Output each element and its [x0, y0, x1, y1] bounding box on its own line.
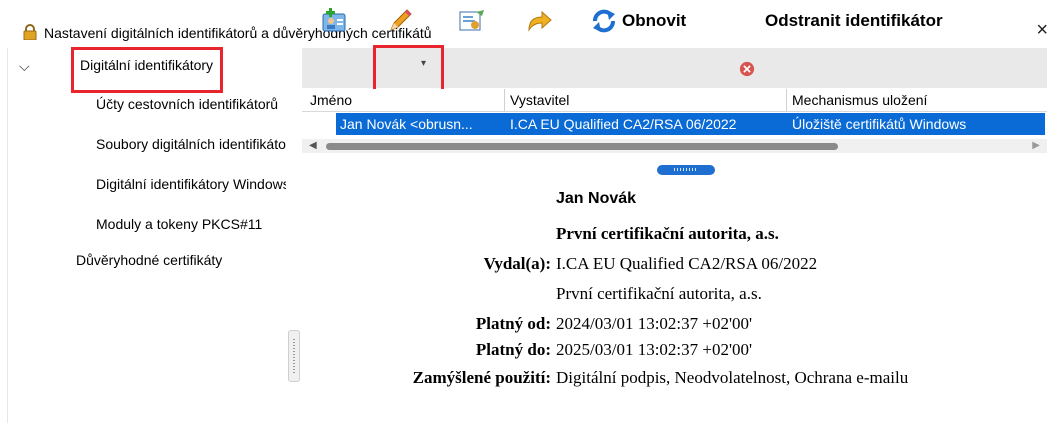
scroll-right-icon[interactable]: ▶: [1032, 140, 1040, 151]
certificate-icon[interactable]: [458, 8, 486, 34]
close-icon[interactable]: ×: [1036, 20, 1048, 40]
cell-name: Jan Novák <obrusn...: [340, 116, 473, 132]
column-divider[interactable]: [504, 89, 505, 111]
column-storage[interactable]: Mechanismus uložení: [792, 92, 927, 108]
valid-from-value: 2024/03/01 13:02:37 +02'00': [556, 314, 753, 333]
column-issuer[interactable]: Vystavitel: [510, 92, 569, 108]
issued-by-label: Vydal(a):: [483, 254, 551, 273]
pencil-icon[interactable]: [386, 8, 414, 34]
add-id-icon[interactable]: [320, 8, 348, 34]
sidebar-item-windows-ids[interactable]: Digitální identifikátory Windows: [96, 176, 286, 192]
refresh-icon[interactable]: [590, 8, 618, 34]
remove-id-button[interactable]: Odstranit identifikátor: [765, 11, 943, 31]
sidebar-border: [7, 48, 8, 423]
column-name[interactable]: Jméno: [310, 92, 352, 108]
horizontal-scrollbar[interactable]: ◀ ▶: [302, 139, 1047, 153]
intended-use-value: Digitální podpis, Neodvolatelnost, Ochra…: [556, 368, 909, 387]
issued-by-value: I.CA EU Qualified CA2/RSA 06/2022: [556, 254, 818, 273]
sidebar-item-id-files[interactable]: Soubory digitálních identifikátorů: [96, 136, 286, 152]
window-title: Nastavení digitálních identifikátorů a d…: [44, 25, 432, 41]
splitter-grip: [293, 339, 295, 373]
lock-icon: [23, 24, 37, 40]
scrollbar-thumb[interactable]: [326, 143, 838, 150]
column-divider[interactable]: [786, 89, 787, 111]
edit-highlight-box: [373, 45, 444, 92]
table-row[interactable]: Jan Novák <obrusn... I.CA EU Qualified C…: [336, 113, 1045, 135]
valid-to-value: 2025/03/01 13:02:37 +02'00': [556, 340, 753, 359]
sidebar-item-digital-ids[interactable]: Digitální identifikátory: [80, 57, 220, 73]
cell-storage: Úložiště certifikátů Windows: [792, 116, 967, 132]
dropdown-arrow-icon[interactable]: ▾: [421, 58, 426, 69]
cell-issuer: I.CA EU Qualified CA2/RSA 06/2022: [510, 116, 737, 132]
pane-splitter-handle[interactable]: [657, 165, 715, 175]
panel-splitter[interactable]: [288, 330, 300, 382]
export-arrow-icon[interactable]: [526, 8, 554, 34]
sidebar-item-pkcs11[interactable]: Moduly a tokeny PKCS#11: [96, 216, 286, 232]
cert-holder-name: Jan Novák: [556, 190, 637, 207]
intended-use-label: Zamýšlené použití:: [412, 368, 551, 387]
valid-to-label: Platný do:: [475, 340, 551, 359]
valid-from-label: Platný od:: [475, 314, 551, 333]
remove-icon[interactable]: [739, 61, 755, 77]
table-header: Jméno Vystavitel Mechanismus uložení: [302, 89, 1047, 112]
splitter-grip: [674, 168, 698, 171]
cert-holder-org: První certifikační autorita, a.s.: [556, 224, 779, 243]
refresh-button[interactable]: Obnovit: [622, 11, 686, 31]
scroll-left-icon[interactable]: ◀: [309, 140, 317, 151]
chevron-down-icon[interactable]: ⌵: [19, 58, 30, 75]
sidebar-item-trusted-certs[interactable]: Důvěryhodné certifikáty: [76, 252, 286, 268]
sidebar-item-roaming-ids[interactable]: Účty cestovních identifikátorů: [96, 96, 286, 112]
issued-by-org: První certifikační autorita, a.s.: [556, 284, 762, 303]
